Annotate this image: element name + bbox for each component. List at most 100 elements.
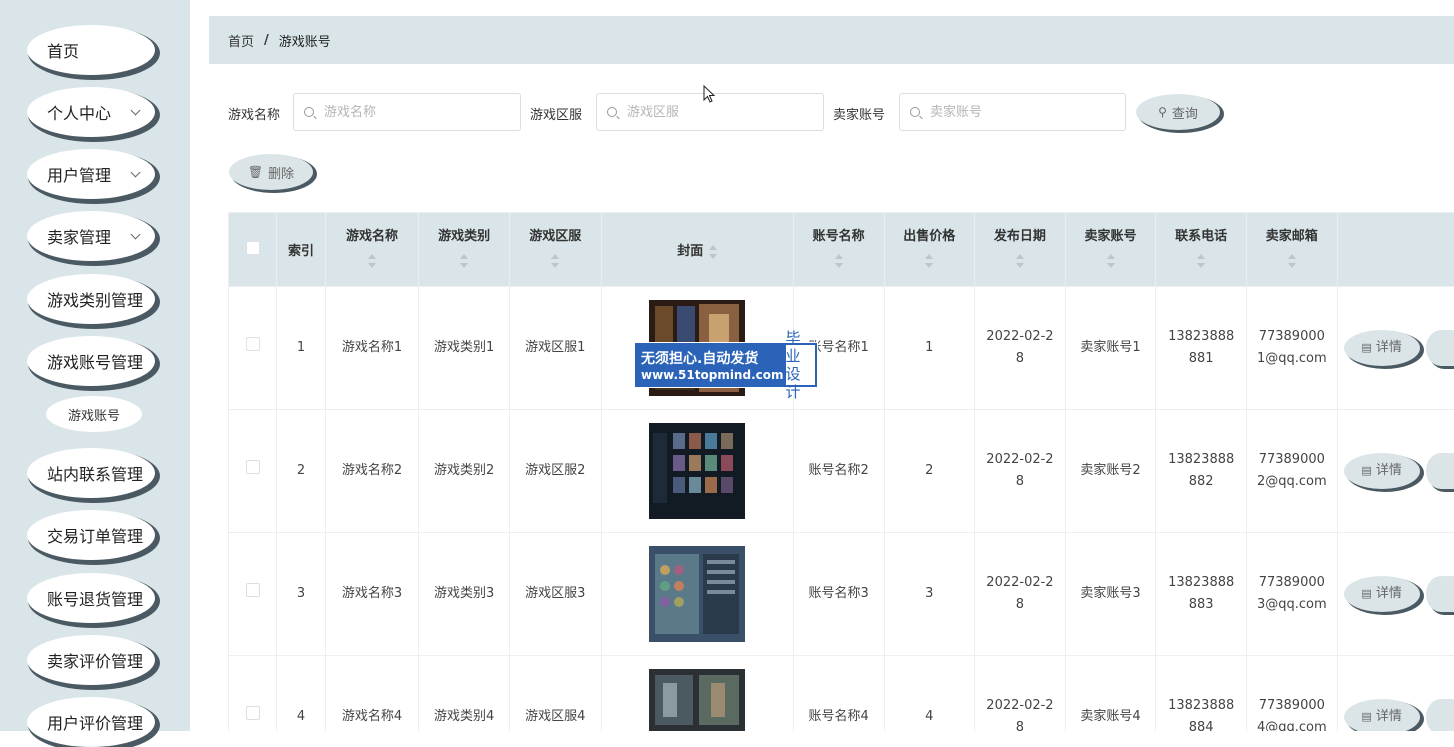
date-part: 8: [1016, 351, 1024, 366]
menu-home[interactable]: 首页: [27, 25, 155, 75]
phone-part: 881: [1189, 351, 1214, 366]
header-label: 发布日期: [994, 229, 1046, 244]
seller-account-input[interactable]: [928, 104, 1112, 121]
detail-button[interactable]: ▤详情: [1344, 453, 1420, 489]
game-name-input[interactable]: [322, 104, 506, 121]
cell-publish-date: 2022-02-28: [975, 656, 1066, 732]
watermark-badge: 毕业 设计: [784, 343, 818, 387]
row-select-cell[interactable]: [229, 656, 277, 732]
detail-button[interactable]: ▤详情: [1344, 699, 1420, 731]
header-phone[interactable]: 联系电话: [1156, 213, 1247, 287]
cell-game-server: 游戏区服3: [509, 533, 601, 656]
email-part: 1@qq.com: [1257, 351, 1327, 366]
edit-button[interactable]: [1426, 330, 1454, 366]
email-part: 77389000: [1259, 452, 1325, 467]
header-cover[interactable]: 封面: [601, 213, 793, 287]
query-button[interactable]: ⚲ 查询: [1136, 94, 1220, 130]
seller-account-label: 卖家账号: [833, 104, 885, 123]
date-part: 2022-02-2: [986, 698, 1053, 713]
sort-icon[interactable]: [1016, 254, 1024, 268]
game-server-input[interactable]: [625, 104, 809, 121]
sort-icon[interactable]: [460, 254, 468, 268]
cell-publish-date: 2022-02-28: [975, 287, 1066, 410]
menu-user-review-management[interactable]: 用户评价管理: [27, 697, 155, 747]
header-game-name[interactable]: 游戏名称: [325, 213, 419, 287]
detail-button-label: 详情: [1376, 706, 1402, 728]
sort-icon[interactable]: [368, 254, 376, 268]
menu-label: 卖家管理: [47, 224, 111, 248]
mouse-cursor-icon: [703, 85, 717, 105]
cell-actions: ▤详情: [1337, 656, 1454, 732]
cell-seller-account: 卖家账号4: [1065, 656, 1156, 732]
cell-seller-account: 卖家账号1: [1065, 287, 1156, 410]
cell-game-name: 游戏名称3: [325, 533, 419, 656]
edit-button[interactable]: [1426, 453, 1454, 489]
header-label: 游戏类别: [438, 229, 490, 244]
cover-image[interactable]: [649, 669, 745, 731]
menu-game-account-management[interactable]: 游戏账号管理: [27, 336, 155, 386]
header-label: 封面: [677, 244, 703, 259]
detail-button[interactable]: ▤详情: [1344, 576, 1420, 612]
header-game-server[interactable]: 游戏区服: [509, 213, 601, 287]
delete-button[interactable]: 🗑 删除: [229, 154, 313, 190]
header-price[interactable]: 出售价格: [884, 213, 975, 287]
phone-part: 13823888: [1168, 452, 1234, 467]
sort-icon[interactable]: [1107, 254, 1115, 268]
data-table: 索引 游戏名称 游戏类别 游戏区服 封面 账号名称 出售价格 发布日期 卖家账号…: [228, 212, 1454, 731]
row-checkbox[interactable]: [246, 460, 260, 474]
sort-icon[interactable]: [835, 254, 843, 268]
phone-part: 13823888: [1168, 329, 1234, 344]
table-row: 4 游戏名称4 游戏类别4 游戏区服4 账号名称4 4 2022-02-28 卖…: [229, 656, 1454, 732]
menu-account-return-management[interactable]: 账号退货管理: [27, 573, 155, 623]
game-name-field[interactable]: [293, 93, 521, 131]
cell-phone: 13823888882: [1156, 410, 1247, 533]
cover-image[interactable]: [649, 546, 745, 642]
header-select-all[interactable]: [229, 213, 277, 287]
row-checkbox[interactable]: [246, 337, 260, 351]
header-game-category[interactable]: 游戏类别: [419, 213, 510, 287]
breadcrumb-home[interactable]: 首页: [228, 31, 254, 50]
detail-button[interactable]: ▤详情: [1344, 330, 1420, 366]
cell-game-name: 游戏名称1: [325, 287, 419, 410]
chevron-down-icon: [131, 230, 141, 240]
menu-label: 用户评价管理: [47, 710, 143, 734]
sort-icon[interactable]: [1288, 254, 1296, 268]
phone-part: 13823888: [1168, 575, 1234, 590]
edit-button[interactable]: [1426, 699, 1454, 731]
edit-button[interactable]: [1426, 576, 1454, 612]
document-icon: ▤: [1361, 583, 1371, 605]
select-all-checkbox[interactable]: [246, 241, 260, 255]
menu-label: 用户管理: [47, 162, 111, 186]
row-checkbox[interactable]: [246, 583, 260, 597]
sort-icon[interactable]: [709, 245, 717, 259]
header-publish-date[interactable]: 发布日期: [975, 213, 1066, 287]
sort-icon[interactable]: [1197, 254, 1205, 268]
detail-button-label: 详情: [1376, 583, 1402, 605]
sort-icon[interactable]: [925, 254, 933, 268]
menu-game-category-management[interactable]: 游戏类别管理: [27, 274, 155, 324]
menu-trade-order-management[interactable]: 交易订单管理: [27, 510, 155, 560]
cover-image[interactable]: [649, 423, 745, 519]
header-index: 索引: [277, 213, 325, 287]
row-select-cell[interactable]: [229, 533, 277, 656]
row-select-cell[interactable]: [229, 287, 277, 410]
header-seller-email[interactable]: 卖家邮箱: [1247, 213, 1338, 287]
header-seller-account[interactable]: 卖家账号: [1065, 213, 1156, 287]
row-select-cell[interactable]: [229, 410, 277, 533]
email-part: 4@qq.com: [1257, 720, 1327, 731]
menu-seller-review-management[interactable]: 卖家评价管理: [27, 635, 155, 685]
cell-cover: [601, 533, 793, 656]
menu-site-contact-management[interactable]: 站内联系管理: [27, 448, 155, 498]
sort-icon[interactable]: [551, 254, 559, 268]
menu-label: 游戏类别管理: [47, 287, 143, 311]
submenu-game-account[interactable]: 游戏账号: [46, 396, 142, 432]
row-checkbox[interactable]: [246, 706, 260, 720]
email-part: 3@qq.com: [1257, 597, 1327, 612]
menu-personal-center[interactable]: 个人中心: [27, 87, 155, 137]
table-header-row: 索引 游戏名称 游戏类别 游戏区服 封面 账号名称 出售价格 发布日期 卖家账号…: [229, 213, 1454, 287]
menu-seller-management[interactable]: 卖家管理: [27, 211, 155, 261]
menu-label: 卖家评价管理: [47, 648, 143, 672]
menu-user-management[interactable]: 用户管理: [27, 149, 155, 199]
seller-account-field[interactable]: [899, 93, 1126, 131]
header-account-name[interactable]: 账号名称: [793, 213, 884, 287]
